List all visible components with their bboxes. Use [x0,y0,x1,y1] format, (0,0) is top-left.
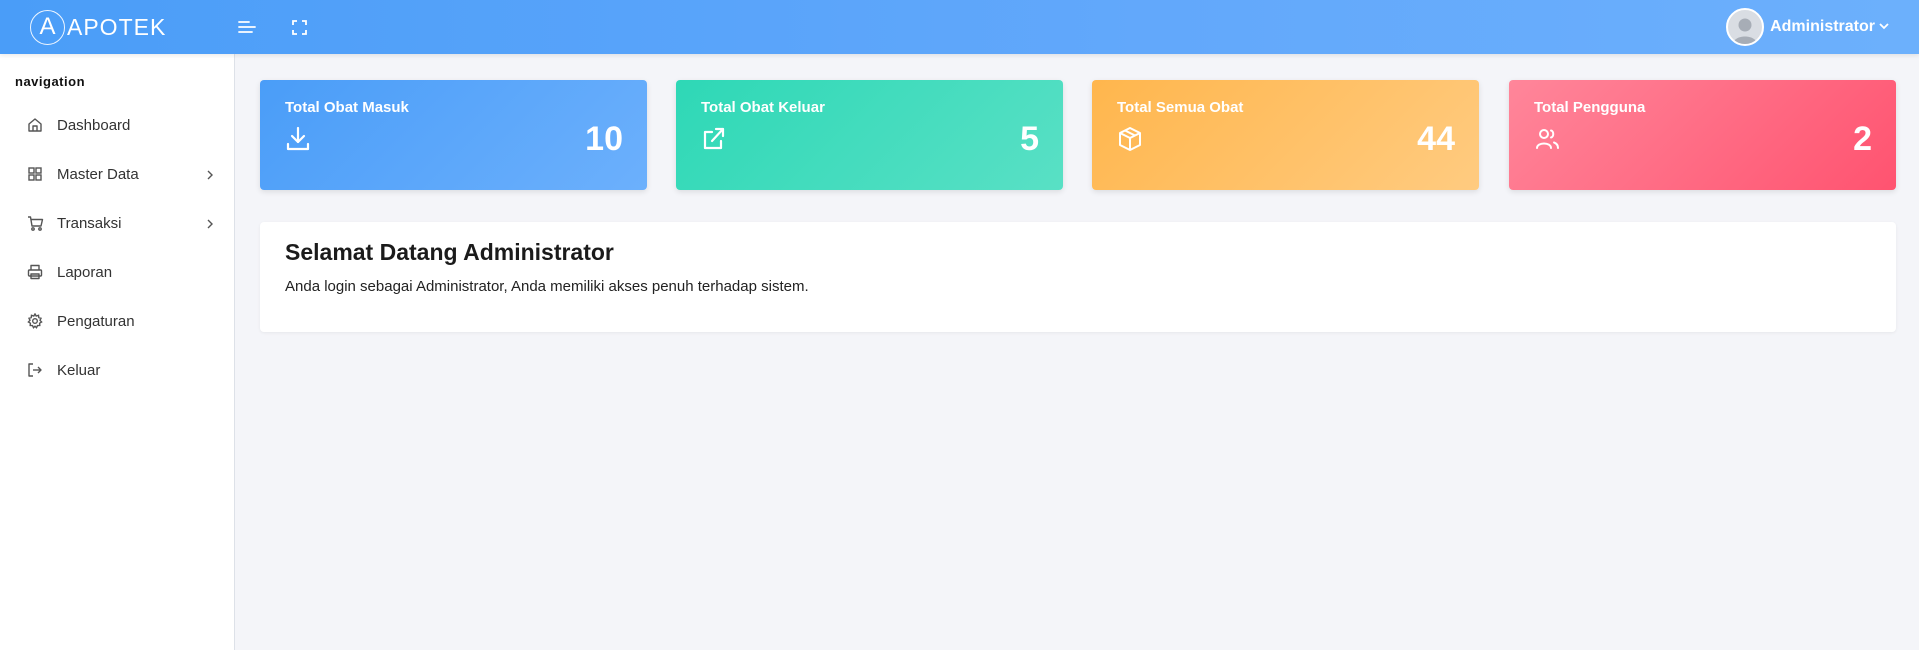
fullscreen-icon[interactable] [288,16,310,38]
brand-letter: A [30,9,65,45]
cart-icon [26,214,44,232]
sidebar-item-label: Keluar [57,361,101,379]
menu-toggle-icon[interactable] [236,16,258,38]
gear-icon [26,312,44,330]
users-icon [1535,126,1559,152]
sidebar-item-dashboard[interactable]: Dashboard [26,113,216,137]
external-link-icon [702,126,726,152]
printer-icon [26,263,44,281]
stat-card-value: 44 [1417,120,1455,158]
user-menu[interactable]: Administrator [1726,8,1889,46]
stat-card-obat-keluar[interactable]: Total Obat Keluar 5 [676,80,1063,190]
user-name: Administrator [1770,18,1875,35]
welcome-text: Anda login sebagai Administrator, Anda m… [285,278,809,295]
box-icon [1118,126,1142,152]
sidebar: navigation Dashboard Master Data Transak… [0,54,235,650]
stat-card-title: Total Obat Keluar [701,99,825,116]
sidebar-item-label: Laporan [57,263,113,281]
sidebar-item-label: Master Data [57,165,139,183]
stat-card-title: Total Pengguna [1534,99,1646,116]
stat-card-obat-masuk[interactable]: Total Obat Masuk 10 [260,80,647,190]
top-navbar: A APOTEK Administrator [0,0,1919,54]
stat-card-value: 10 [585,120,623,158]
sidebar-item-pengaturan[interactable]: Pengaturan [26,309,216,333]
sidebar-item-label: Transaksi [57,214,122,232]
stat-card-semua-obat[interactable]: Total Semua Obat 44 [1092,80,1479,190]
sidebar-item-keluar[interactable]: Keluar [26,358,216,382]
stat-card-pengguna[interactable]: Total Pengguna 2 [1509,80,1896,190]
home-icon [26,116,44,134]
stat-card-value: 5 [1020,120,1039,158]
sidebar-item-master-data[interactable]: Master Data [26,162,216,186]
chevron-right-icon [204,168,216,180]
sidebar-item-transaksi[interactable]: Transaksi [26,211,216,235]
brand-logo[interactable]: A APOTEK [30,9,200,45]
sidebar-item-label: Dashboard [57,116,131,134]
chevron-right-icon [204,217,216,229]
nav-section-title: navigation [15,74,86,89]
stat-card-value: 2 [1853,120,1872,158]
stat-card-title: Total Semua Obat [1117,99,1244,116]
download-icon [286,126,310,152]
chevron-down-icon [1879,18,1889,36]
welcome-title: Selamat Datang Administrator [285,239,614,265]
sidebar-item-label: Pengaturan [57,312,135,330]
grid-icon [26,165,44,183]
welcome-panel: Selamat Datang Administrator Anda login … [260,222,1896,332]
sidebar-item-laporan[interactable]: Laporan [26,260,216,284]
logout-icon [26,361,44,379]
stat-card-title: Total Obat Masuk [285,99,409,116]
avatar [1726,8,1765,46]
brand-name: APOTEK [67,13,167,40]
